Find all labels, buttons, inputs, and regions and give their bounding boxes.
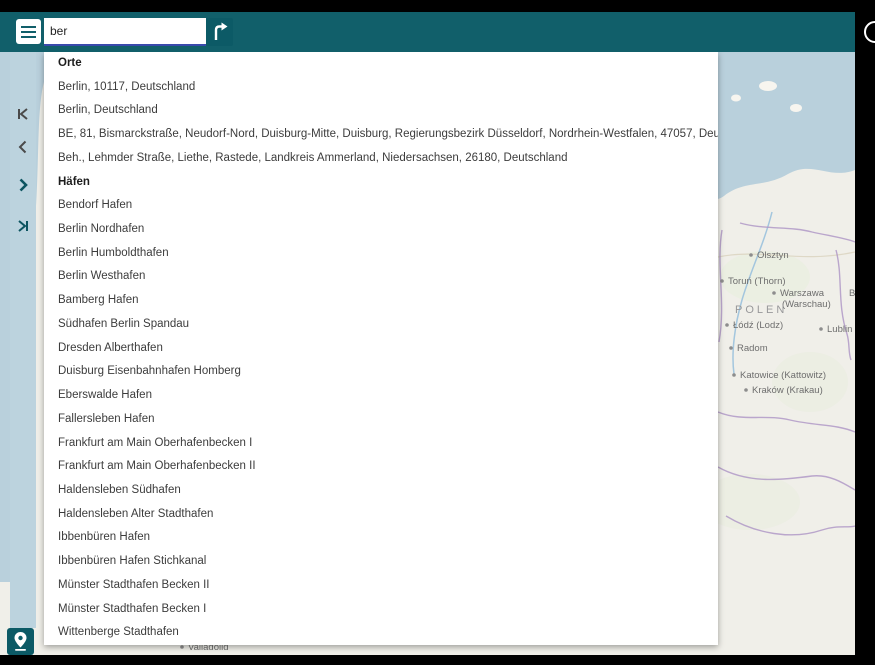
right-black-strip xyxy=(855,0,875,665)
forest-patch xyxy=(772,352,848,412)
search-box xyxy=(44,18,206,46)
suggestion-item[interactable]: Fallersleben Hafen xyxy=(44,408,718,432)
suggestion-section-header: Orte xyxy=(44,52,718,76)
chevron-right-icon xyxy=(13,175,33,195)
suggestion-item[interactable]: Haldensleben Alter Stadthafen xyxy=(44,503,718,527)
suggestion-item[interactable]: Wittenberge Stadthafen xyxy=(44,621,718,645)
suggestion-item[interactable]: Münster Stadthafen Becken II xyxy=(44,574,718,598)
directions-button[interactable] xyxy=(206,18,233,46)
suggestion-item[interactable]: Haldensleben Südhafen xyxy=(44,479,718,503)
suggestion-item[interactable]: Duisburg Eisenbahnhafen Homberg xyxy=(44,360,718,384)
suggestion-item[interactable]: Bamberg Hafen xyxy=(44,289,718,313)
suggestion-item[interactable]: Eberswalde Hafen xyxy=(44,384,718,408)
suggestion-item[interactable]: Bendorf Hafen xyxy=(44,194,718,218)
suggestion-item[interactable]: Berlin, Deutschland xyxy=(44,99,718,123)
suggestion-item[interactable]: Beh., Lehmder Straße, Liethe, Rastede, L… xyxy=(44,147,718,171)
menu-button[interactable] xyxy=(16,19,41,44)
skip-to-first-button[interactable] xyxy=(13,104,33,124)
directions-icon xyxy=(206,18,233,46)
previous-button[interactable] xyxy=(13,137,33,157)
suggestion-item[interactable]: Münster Stadthafen Becken I xyxy=(44,598,718,622)
skip-to-last-icon xyxy=(13,216,33,236)
app-window: OlsztynToruń (Thorn)Warszawa(Warschau)Br… xyxy=(0,0,875,665)
chevron-left-icon xyxy=(13,137,33,157)
header-bar xyxy=(0,12,875,52)
stepper-sidebar xyxy=(10,52,36,628)
suggestion-item[interactable]: Ibbenbüren Hafen Stichkanal xyxy=(44,550,718,574)
skip-to-last-button[interactable] xyxy=(13,216,33,236)
suggestion-item[interactable]: Dresden Alberthafen xyxy=(44,337,718,361)
location-pin-icon xyxy=(7,628,34,655)
suggestion-item[interactable]: Ibbenbüren Hafen xyxy=(44,526,718,550)
map-label: Łódź (Lodz) xyxy=(733,320,783,331)
next-button[interactable] xyxy=(13,175,33,195)
city-dot xyxy=(772,291,776,295)
suggestion-item[interactable]: Berlin Westhafen xyxy=(44,265,718,289)
map-label: Katowice (Kattowitz) xyxy=(740,370,826,381)
suggestion-section-header: Häfen xyxy=(44,171,718,195)
city-dot xyxy=(749,253,753,257)
suggestion-item[interactable]: Berlin Humboldthafen xyxy=(44,242,718,266)
hamburger-icon xyxy=(21,26,36,28)
map-label: Radom xyxy=(737,343,768,354)
suggestion-item[interactable]: Berlin, 10117, Deutschland xyxy=(44,76,718,100)
suggestions-panel: OrteBerlin, 10117, DeutschlandBerlin, De… xyxy=(44,52,718,645)
city-dot xyxy=(180,645,184,649)
city-dot xyxy=(720,279,724,283)
map-label: Kraków (Krakau) xyxy=(752,385,823,396)
city-dot xyxy=(732,373,736,377)
island xyxy=(759,81,777,91)
city-dot xyxy=(725,323,729,327)
suggestion-item[interactable]: Berlin Nordhafen xyxy=(44,218,718,242)
map-label: Toruń (Thorn) xyxy=(728,276,786,287)
map-label: Warszawa xyxy=(780,288,825,299)
suggestion-item[interactable]: Frankfurt am Main Oberhafenbecken II xyxy=(44,455,718,479)
map-label: POLEN xyxy=(735,304,787,316)
island xyxy=(731,95,741,102)
suggestion-item[interactable]: Frankfurt am Main Oberhafenbecken I xyxy=(44,432,718,456)
map-label: Lublin xyxy=(827,324,852,335)
search-input[interactable] xyxy=(44,18,206,44)
island xyxy=(790,104,802,112)
map-label: Olsztyn xyxy=(757,250,789,261)
city-dot xyxy=(744,388,748,392)
locate-button[interactable] xyxy=(7,628,34,655)
suggestion-item[interactable]: BE, 81, Bismarckstraße, Neudorf-Nord, Du… xyxy=(44,123,718,147)
city-dot xyxy=(819,327,823,331)
skip-to-first-icon xyxy=(13,104,33,124)
city-dot xyxy=(729,346,733,350)
map-label: (Warschau) xyxy=(782,299,831,310)
suggestion-item[interactable]: Südhafen Berlin Spandau xyxy=(44,313,718,337)
